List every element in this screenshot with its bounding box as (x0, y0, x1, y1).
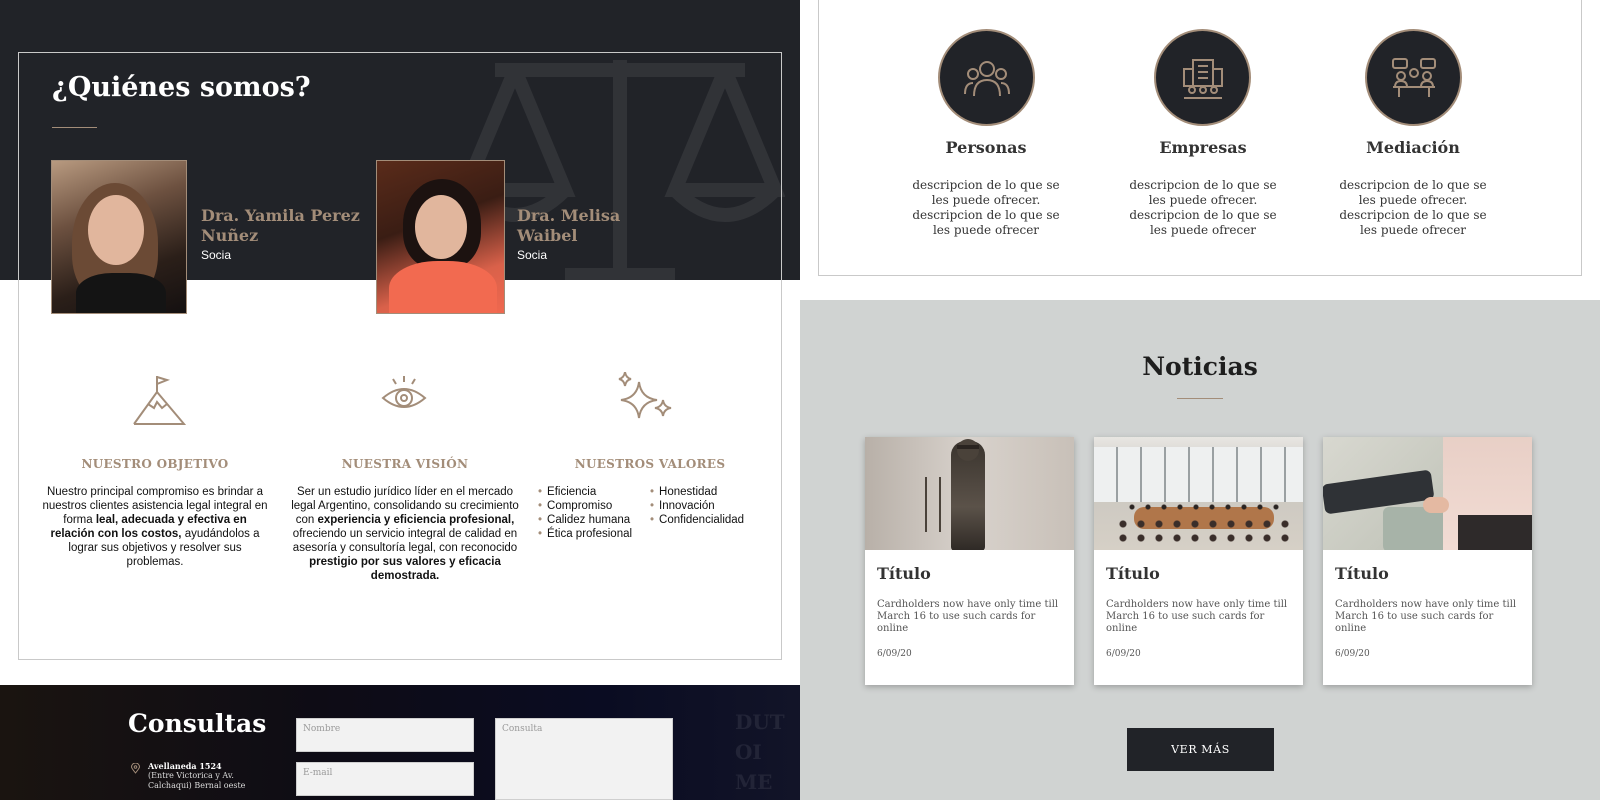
see-more-button[interactable]: VER MÁS (1127, 728, 1274, 771)
service-title: Personas (945, 138, 1027, 157)
news-card-text: Cardholders now have only time till Marc… (1335, 599, 1517, 634)
address-street: Avellaneda 1524 (148, 761, 222, 771)
title-underline (52, 127, 97, 128)
vision-title: NUESTRA VISIÓN (341, 457, 469, 471)
about-title: ¿Quiénes somos? (52, 72, 311, 103)
news-card-title: Título (877, 564, 931, 583)
services-section: Personas Empresas Mediación descripcion … (800, 0, 1600, 300)
news-card-date: 6/09/20 (1106, 649, 1141, 659)
background-book-text: DUT OI ME (735, 710, 785, 794)
company-building-icon (1182, 58, 1223, 99)
services-news-section: Personas Empresas Mediación descripcion … (800, 0, 1600, 800)
mediation-meeting-icon (1391, 57, 1436, 97)
contact-title: Consultas (128, 709, 267, 738)
news-card-title: Título (1106, 564, 1160, 583)
value-item: Compromiso (538, 499, 632, 513)
news-card-title: Título (1335, 564, 1389, 583)
eye-icon (381, 376, 427, 408)
values-title: NUESTROS VALORES (574, 457, 726, 471)
news-card[interactable]: Título Cardholders now have only time ti… (865, 437, 1074, 685)
news-card-text: Cardholders now have only time till Marc… (1106, 599, 1288, 634)
news-card[interactable]: Título Cardholders now have only time ti… (1094, 437, 1303, 685)
member-name: Dra. Melisa Waibel (517, 206, 621, 245)
news-card[interactable]: Título Cardholders now have only time ti… (1323, 437, 1532, 685)
sparkles-icon (618, 372, 672, 419)
location-pin-icon (131, 763, 140, 774)
news-card-image (1323, 437, 1532, 550)
objective-title: NUESTRO OBJETIVO (81, 457, 229, 471)
member-name: Dra. Yamila Perez Nuñez (201, 206, 360, 245)
news-card-image (1094, 437, 1303, 550)
value-item: Eficiencia (538, 485, 632, 499)
about-section: ¿Quiénes somos? Dra. Yamila Perez Nuñez … (0, 0, 800, 800)
news-card-image (865, 437, 1074, 550)
objective-text: Nuestro principal compromiso es brindar … (42, 486, 268, 568)
message-textarea[interactable]: Consulta (495, 718, 673, 800)
vision-text: Ser un estudio jurídico líder en el merc… (291, 486, 519, 582)
service-description: descripcion de lo que se les puede ofrec… (912, 178, 1060, 237)
value-item: Calidez humana (538, 513, 632, 527)
address-detail: (Entre Victorica y Av. Calchaqui) Bernal… (148, 771, 246, 790)
service-circle (1154, 29, 1251, 126)
service-circle (1365, 29, 1462, 126)
service-description: descripcion de lo que se les puede ofrec… (1339, 178, 1487, 237)
value-item: Honestidad (650, 485, 744, 499)
service-circle (938, 29, 1035, 126)
service-description: descripcion de lo que se les puede ofrec… (1129, 178, 1277, 237)
values-list: Eficiencia Compromiso Calidez humana Éti… (538, 485, 632, 541)
news-card-date: 6/09/20 (877, 649, 912, 659)
news-card-date: 6/09/20 (1335, 649, 1370, 659)
member-role: Socia (517, 248, 548, 262)
mountain-flag-icon (133, 376, 186, 425)
people-group-icon (963, 60, 1010, 96)
value-item: Innovación (650, 499, 744, 513)
member-photo-melisa (376, 160, 505, 314)
values-list: Honestidad Innovación Confidencialidad (650, 485, 744, 527)
title-underline (1177, 398, 1223, 399)
name-input[interactable]: Nombre (296, 718, 474, 752)
service-title: Empresas (1159, 138, 1247, 157)
news-title: Noticias (1142, 352, 1258, 381)
news-section: Noticias Título Cardholders now have onl… (800, 300, 1600, 800)
email-input[interactable]: E-mail (296, 762, 474, 796)
service-title: Mediación (1366, 138, 1460, 157)
value-item: Confidencialidad (650, 513, 744, 527)
news-card-text: Cardholders now have only time till Marc… (877, 599, 1059, 634)
member-role: Socia (201, 248, 232, 262)
value-item: Ética profesional (538, 527, 632, 541)
member-photo-yamila (51, 160, 187, 314)
